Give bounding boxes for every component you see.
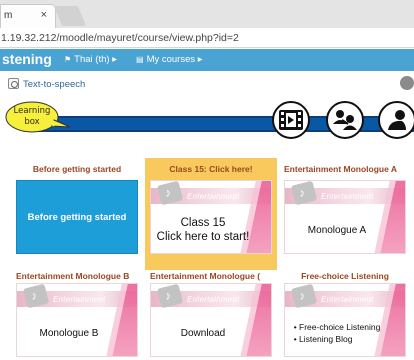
course-tile-download[interactable]: Entertainment Download xyxy=(150,283,272,357)
courses-icon: ▤ xyxy=(136,55,144,64)
language-label: Thai (th) xyxy=(74,54,110,65)
tile-header-label: Entertainment xyxy=(187,295,240,304)
tile-body-text: Class 15 Click here to start! xyxy=(151,206,255,253)
tile-body-text: Monologue B xyxy=(39,327,99,339)
speaker-icon xyxy=(8,78,19,89)
close-icon[interactable]: × xyxy=(41,9,47,21)
tile-body-text: Before getting started xyxy=(27,211,127,223)
list-item[interactable]: Free-choice Listening xyxy=(294,321,380,333)
course-tile-monologue-a[interactable]: Entertainment Monologue A xyxy=(284,180,406,254)
course-tile-monologue-b[interactable]: Entertainment Monologue B xyxy=(16,283,138,357)
tile-title[interactable]: Entertainment Monologue B xyxy=(16,271,140,281)
tile-title[interactable]: Class 15: Click here! xyxy=(150,164,272,174)
tile-header-label: Entertainment xyxy=(321,192,374,201)
caret-icon: ▸ xyxy=(112,54,117,65)
blurred-window-title xyxy=(110,0,118,28)
flag-icon: ⚑ xyxy=(64,55,72,64)
tile-body-text: Download xyxy=(180,327,226,339)
course-tile-before-getting-started[interactable]: Before getting started xyxy=(16,180,138,254)
new-tab-button[interactable] xyxy=(53,6,87,26)
browser-tab[interactable]: m × xyxy=(0,4,56,28)
my-courses-label: My courses xyxy=(146,54,196,65)
site-brand[interactable]: stening xyxy=(2,51,52,67)
tile-title[interactable]: Free-choice Listening xyxy=(284,271,406,281)
address-bar[interactable]: 1.19.32.212/moodle/mayuret/course/view.p… xyxy=(0,28,414,48)
tile-header-label: Entertainment xyxy=(53,295,106,304)
tile-header-label: Entertainment xyxy=(187,192,240,201)
screenshot: m × 1.19.32.212/moodle/mayuret/course/vi… xyxy=(0,0,414,360)
list-item[interactable]: Listening Blog xyxy=(294,333,381,345)
video-icon[interactable] xyxy=(272,101,310,139)
course-tile-class-15[interactable]: Entertainment Class 15 Click here to sta… xyxy=(150,180,272,254)
site-navbar: stening ⚑ Thai (th) ▸ ▤ My courses ▸ xyxy=(0,49,414,71)
profile-icon[interactable] xyxy=(400,76,414,90)
caret-icon: ▸ xyxy=(197,54,203,65)
tile-title[interactable]: Entertainment Monologue A xyxy=(284,164,414,174)
tile-body-line: Click here to start! xyxy=(156,231,250,243)
tile-title[interactable]: Entertainment Monologue ( xyxy=(150,271,274,281)
group-icon[interactable] xyxy=(326,101,364,139)
tile-body-list: Free-choice Listening Listening Blog xyxy=(285,309,389,356)
learning-box-label: Learning box xyxy=(13,106,51,127)
text-to-speech-link[interactable]: Text-to-speech xyxy=(8,78,85,92)
browser-tab-bar: m × xyxy=(0,0,414,28)
tts-label: Text-to-speech xyxy=(23,79,86,90)
language-menu[interactable]: ⚑ Thai (th) ▸ xyxy=(64,54,117,65)
course-tile-free-choice-listening[interactable]: Entertainment Free-choice Listening List… xyxy=(284,283,406,357)
tile-body-line: Class 15 xyxy=(180,217,226,229)
tile-body-text: Monologue A xyxy=(307,224,367,236)
tile-header-label: Entertainment xyxy=(321,295,374,304)
my-courses-menu[interactable]: ▤ My courses ▸ xyxy=(136,54,203,65)
tile-title[interactable]: Before getting started xyxy=(16,164,138,174)
user-icon[interactable] xyxy=(378,101,414,139)
tab-label: m xyxy=(4,10,13,21)
